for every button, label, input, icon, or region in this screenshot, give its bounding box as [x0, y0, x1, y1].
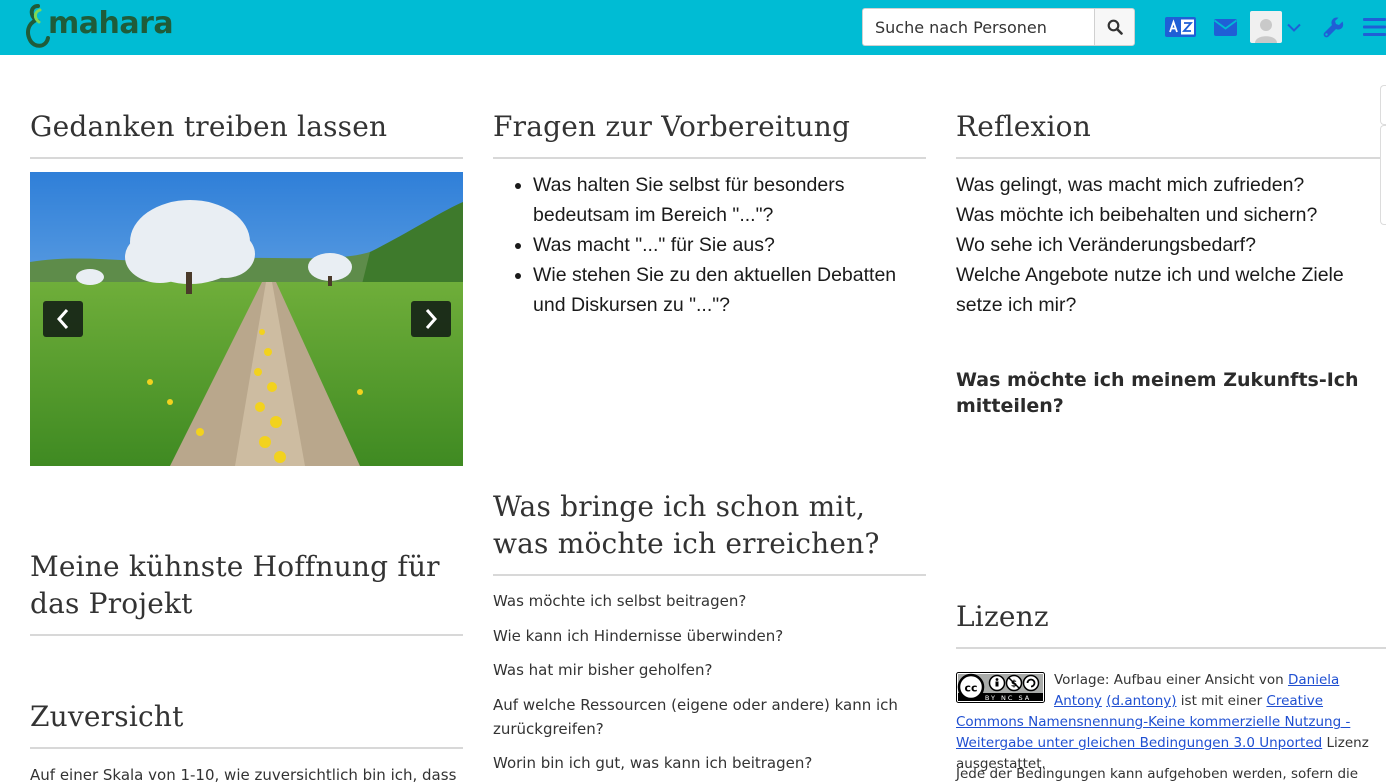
question-item: Auf welche Ressourcen (eigene oder ander…	[493, 695, 898, 738]
block-title-gedanken: Gedanken treiben lassen	[30, 108, 463, 159]
question-item: Was hat mir bisher geholfen?	[493, 661, 713, 679]
menu-icon	[1363, 18, 1386, 36]
zuversicht-text: Auf einer Skala von 1-10, wie zuversicht…	[30, 766, 457, 782]
list-item: Was halten Sie selbst für besonders bede…	[533, 170, 926, 230]
question-item: Worin bin ich gut, was kann ich beitrage…	[493, 754, 813, 772]
reflexion-text: Was gelingt, was macht mich zufrieden? W…	[956, 170, 1386, 320]
search-icon	[1107, 19, 1123, 35]
landscape-photo	[30, 172, 463, 466]
zukunft-heading: Was möchte ich meinem Zukunfts-Ich mitte…	[956, 369, 1359, 417]
reflexion-line: Was gelingt, was macht mich zufrieden?	[956, 174, 1305, 196]
block-title-bringe-line1: Was bringe ich schon mit,	[493, 490, 866, 523]
main-menu-button[interactable]	[1363, 14, 1386, 40]
block-title-hoffnung-line1: Meine kühnste Hoffnung für	[30, 550, 440, 583]
mail-icon	[1213, 18, 1237, 36]
bringe-questions: Was möchte ich selbst beitragen? Wie kan…	[493, 589, 926, 782]
people-search	[862, 8, 1135, 46]
list-item: Wie stehen Sie zu den aktuellen Debatten…	[533, 260, 926, 320]
user-menu-toggle[interactable]	[1286, 14, 1302, 40]
mahara-logo-mark	[26, 4, 50, 48]
license-prefix: Vorlage: Aufbau einer Ansicht von	[1054, 672, 1288, 688]
license-more-text: Jede der Bedingungen kann aufgehoben wer…	[956, 766, 1359, 782]
user-silhouette-icon	[1255, 19, 1277, 43]
list-item: Was macht "..." für Sie aus?	[533, 230, 926, 260]
license-text: cc $ BY NC SA Vorlage: Aufbau einer Ansi…	[956, 670, 1386, 775]
svg-text:cc: cc	[964, 682, 977, 695]
question-item: Was möchte ich selbst beitragen?	[493, 592, 747, 610]
username-link[interactable]: (d.antony)	[1106, 693, 1176, 709]
block-title-fragen: Fragen zur Vorbereitung	[493, 108, 926, 159]
carousel-prev-button[interactable]	[43, 301, 83, 337]
block-title-lizenz: Lizenz	[956, 598, 1386, 649]
block-title-bringe-line2: was möchte ich erreichen?	[493, 527, 880, 560]
logo-text: mahara	[48, 5, 174, 41]
reflexion-line: Wo sehe ich Veränderungsbedarf?	[956, 234, 1256, 256]
image-carousel[interactable]	[30, 172, 463, 466]
cc-by-nc-sa-badge: cc $ BY NC SA	[956, 672, 1045, 703]
search-button[interactable]	[1094, 8, 1135, 46]
chevron-right-icon	[425, 309, 438, 329]
admin-button[interactable]	[1321, 14, 1345, 40]
carousel-next-button[interactable]	[411, 301, 451, 337]
block-title-zuversicht: Zuversicht	[30, 698, 463, 749]
reflexion-line: Was möchte ich beibehalten und sichern?	[956, 204, 1318, 226]
mahara-logo[interactable]: mahara	[24, 2, 174, 50]
language-button[interactable]	[1164, 14, 1196, 40]
search-input[interactable]	[862, 8, 1094, 46]
fragen-list: Was halten Sie selbst für besonders bede…	[533, 170, 926, 320]
cc-badge-text: BY NC SA	[985, 694, 1031, 702]
chevron-left-icon	[56, 309, 69, 329]
user-avatar[interactable]	[1250, 11, 1282, 43]
inbox-button[interactable]	[1213, 14, 1237, 40]
question-item: Wie kann ich Hindernisse überwinden?	[493, 626, 784, 645]
block-title-reflexion: Reflexion	[956, 108, 1386, 159]
site-header: mahara	[0, 0, 1386, 55]
reflexion-line: Welche Angebote nutze ich und welche Zie…	[956, 264, 1344, 316]
scroll-rail-bottom[interactable]	[1380, 125, 1386, 225]
wrench-icon	[1323, 17, 1343, 37]
chevron-down-icon	[1287, 23, 1301, 32]
block-title-hoffnung-line2: das Projekt	[30, 587, 193, 620]
block-title-hoffnung: Meine kühnste Hoffnung für das Projekt	[30, 548, 463, 636]
license-middle: ist mit einer	[1176, 693, 1267, 709]
block-title-bringe: Was bringe ich schon mit, was möchte ich…	[493, 488, 926, 576]
language-icon	[1164, 17, 1196, 37]
scroll-rail-top[interactable]	[1380, 85, 1386, 125]
